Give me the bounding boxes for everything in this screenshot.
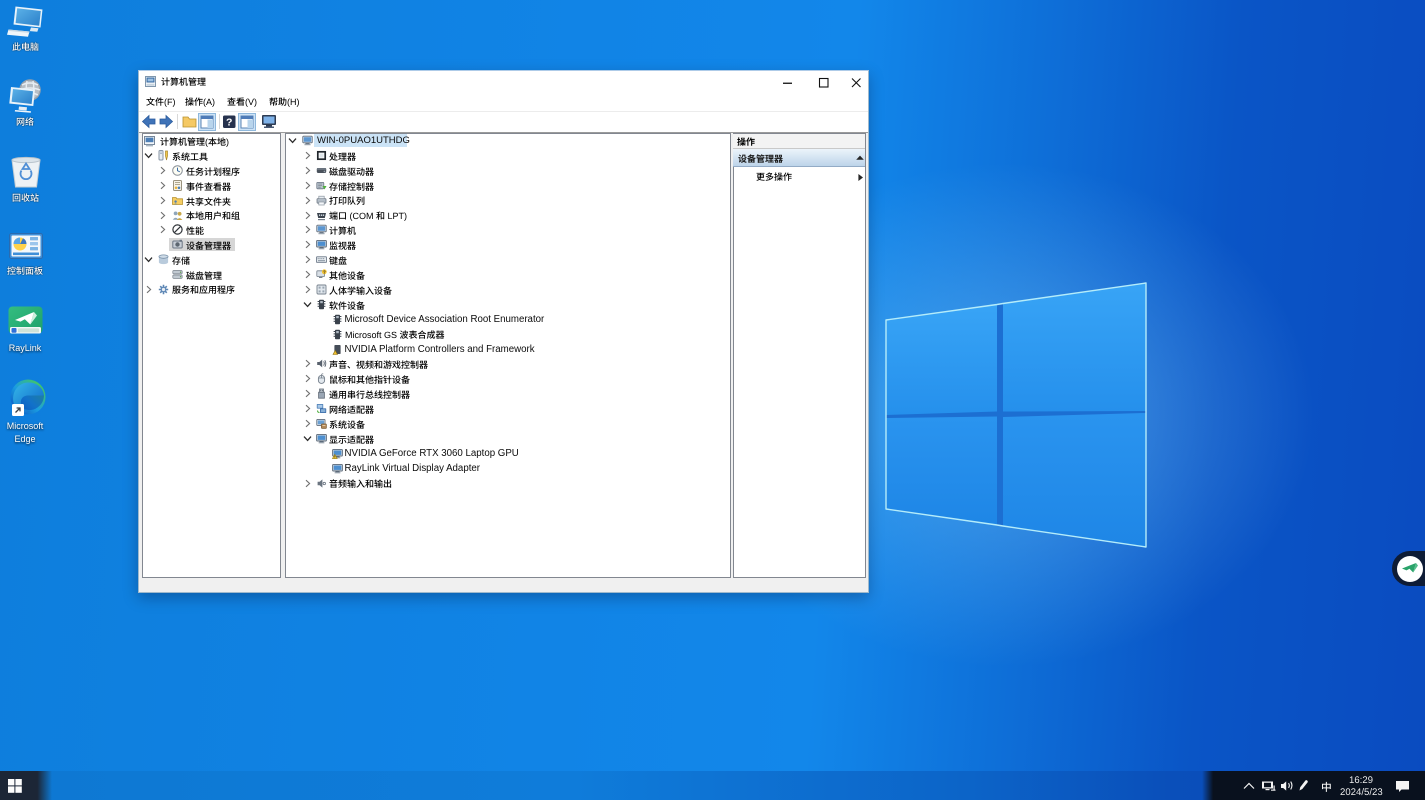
svg-text:?: ? [322, 269, 325, 274]
svg-text:?: ? [226, 116, 232, 128]
